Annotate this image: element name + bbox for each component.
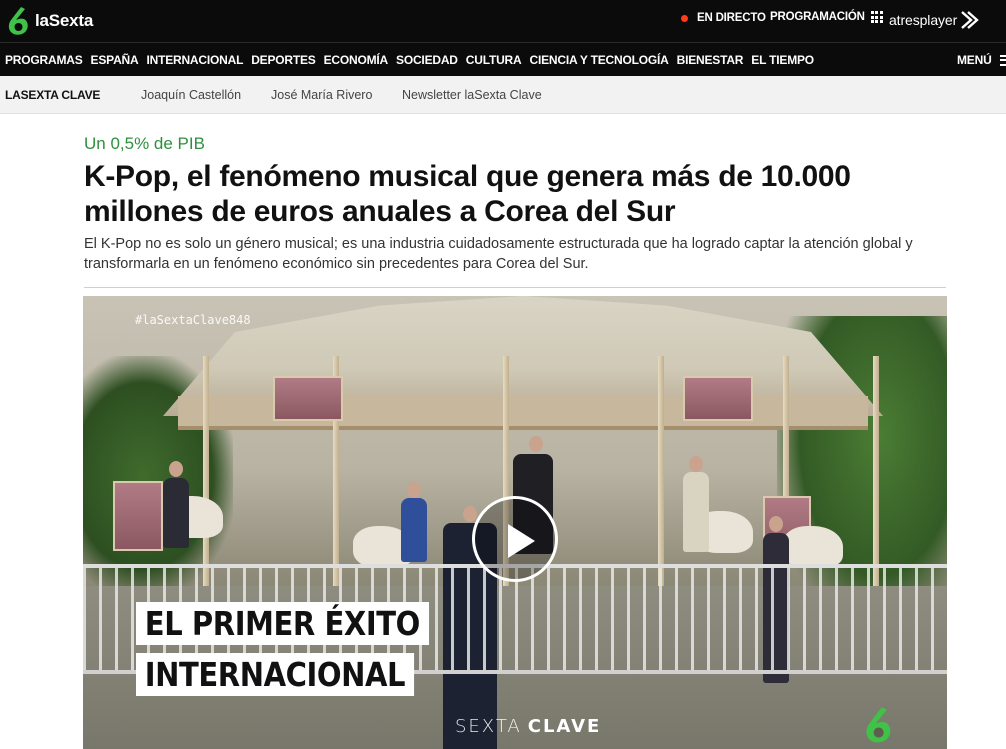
video-brand: SEXTA CLAVE	[455, 716, 601, 737]
nav-item-sociedad[interactable]: SOCIEDAD	[396, 53, 458, 67]
article-subtitle: El K-Pop no es solo un género musical; e…	[84, 236, 913, 272]
nav-item-el-tiempo[interactable]: EL TIEMPO	[751, 53, 814, 67]
article-kicker: Un 0,5% de PIB	[84, 134, 205, 153]
grid-icon	[870, 11, 883, 23]
video-hashtag: #laSextaClave848	[135, 313, 251, 327]
section-title[interactable]: LASEXTA CLAVE	[5, 88, 100, 102]
play-icon	[508, 524, 535, 558]
live-link[interactable]: EN DIRECTO	[681, 12, 766, 24]
person-head	[769, 516, 783, 532]
person-head	[463, 506, 477, 522]
nav-items: PROGRAMAS ESPAÑA INTERNACIONAL DEPORTES …	[5, 53, 822, 67]
atresplayer-link[interactable]: atresplayer	[889, 10, 979, 30]
carousel-horse	[783, 526, 843, 568]
atresplayer-label: atresplayer	[889, 12, 958, 28]
main-nav: PROGRAMAS ESPAÑA INTERNACIONAL DEPORTES …	[0, 42, 1006, 76]
nav-item-economia[interactable]: ECONOMÍA	[324, 53, 389, 67]
video-caption-line-1: EL PRIMER ÉXITO	[136, 602, 429, 645]
atresplayer-arrow-icon	[961, 11, 979, 29]
programming-label: PROGRAMACIÓN	[770, 11, 865, 23]
subnav-link-jose-maria-rivero[interactable]: José María Rivero	[271, 88, 372, 102]
carousel-panel	[683, 376, 753, 421]
subnav-link-joaquin-castellon[interactable]: Joaquín Castellón	[141, 88, 241, 102]
menu-label: MENÚ	[957, 53, 992, 67]
nav-item-deportes[interactable]: DEPORTES	[251, 53, 316, 67]
person	[163, 478, 189, 548]
person-head	[407, 482, 421, 498]
nav-item-ciencia-tecnologia[interactable]: CIENCIA Y TECNOLOGÍA	[529, 53, 668, 67]
person-head	[689, 456, 703, 472]
play-button[interactable]	[472, 496, 558, 582]
hamburger-icon	[999, 54, 1006, 66]
person	[401, 498, 427, 562]
nav-item-cultura[interactable]: CULTURA	[466, 53, 522, 67]
top-header: laSexta EN DIRECTO PROGRAMACIÓN atrespla…	[0, 0, 1006, 42]
section-subnav: LASEXTA CLAVE Joaquín Castellón José Mar…	[0, 76, 1006, 114]
lasexta-watermark-icon	[866, 707, 891, 743]
brand-name: laSexta	[35, 11, 94, 30]
person	[683, 472, 709, 552]
menu-button[interactable]: MENÚ	[957, 53, 1006, 67]
lasexta-logo[interactable]: laSexta	[5, 6, 93, 36]
video-player[interactable]: #laSextaClave848 EL PRIMER ÉXITO INTERNA…	[83, 296, 947, 749]
article-headline: K-Pop, el fenómeno musical que genera má…	[84, 160, 851, 228]
carousel-panel	[113, 481, 163, 551]
live-dot-icon	[681, 14, 688, 22]
programming-link[interactable]: PROGRAMACIÓN	[770, 11, 883, 23]
nav-item-bienestar[interactable]: BIENESTAR	[677, 53, 744, 67]
divider	[84, 287, 946, 288]
lasexta-six-icon	[8, 7, 28, 35]
nav-item-espana[interactable]: ESPAÑA	[91, 53, 139, 67]
person-head	[169, 461, 183, 477]
video-caption-line-2: INTERNACIONAL	[136, 653, 414, 696]
carousel-panel	[273, 376, 343, 421]
video-brand-right: CLAVE	[527, 716, 602, 737]
nav-item-internacional[interactable]: INTERNACIONAL	[146, 53, 243, 67]
nav-item-programas[interactable]: PROGRAMAS	[5, 53, 83, 67]
person-head	[529, 436, 543, 452]
live-label: EN DIRECTO	[697, 12, 766, 24]
video-brand-left: SEXTA	[455, 716, 522, 737]
subnav-link-newsletter[interactable]: Newsletter laSexta Clave	[402, 88, 542, 102]
